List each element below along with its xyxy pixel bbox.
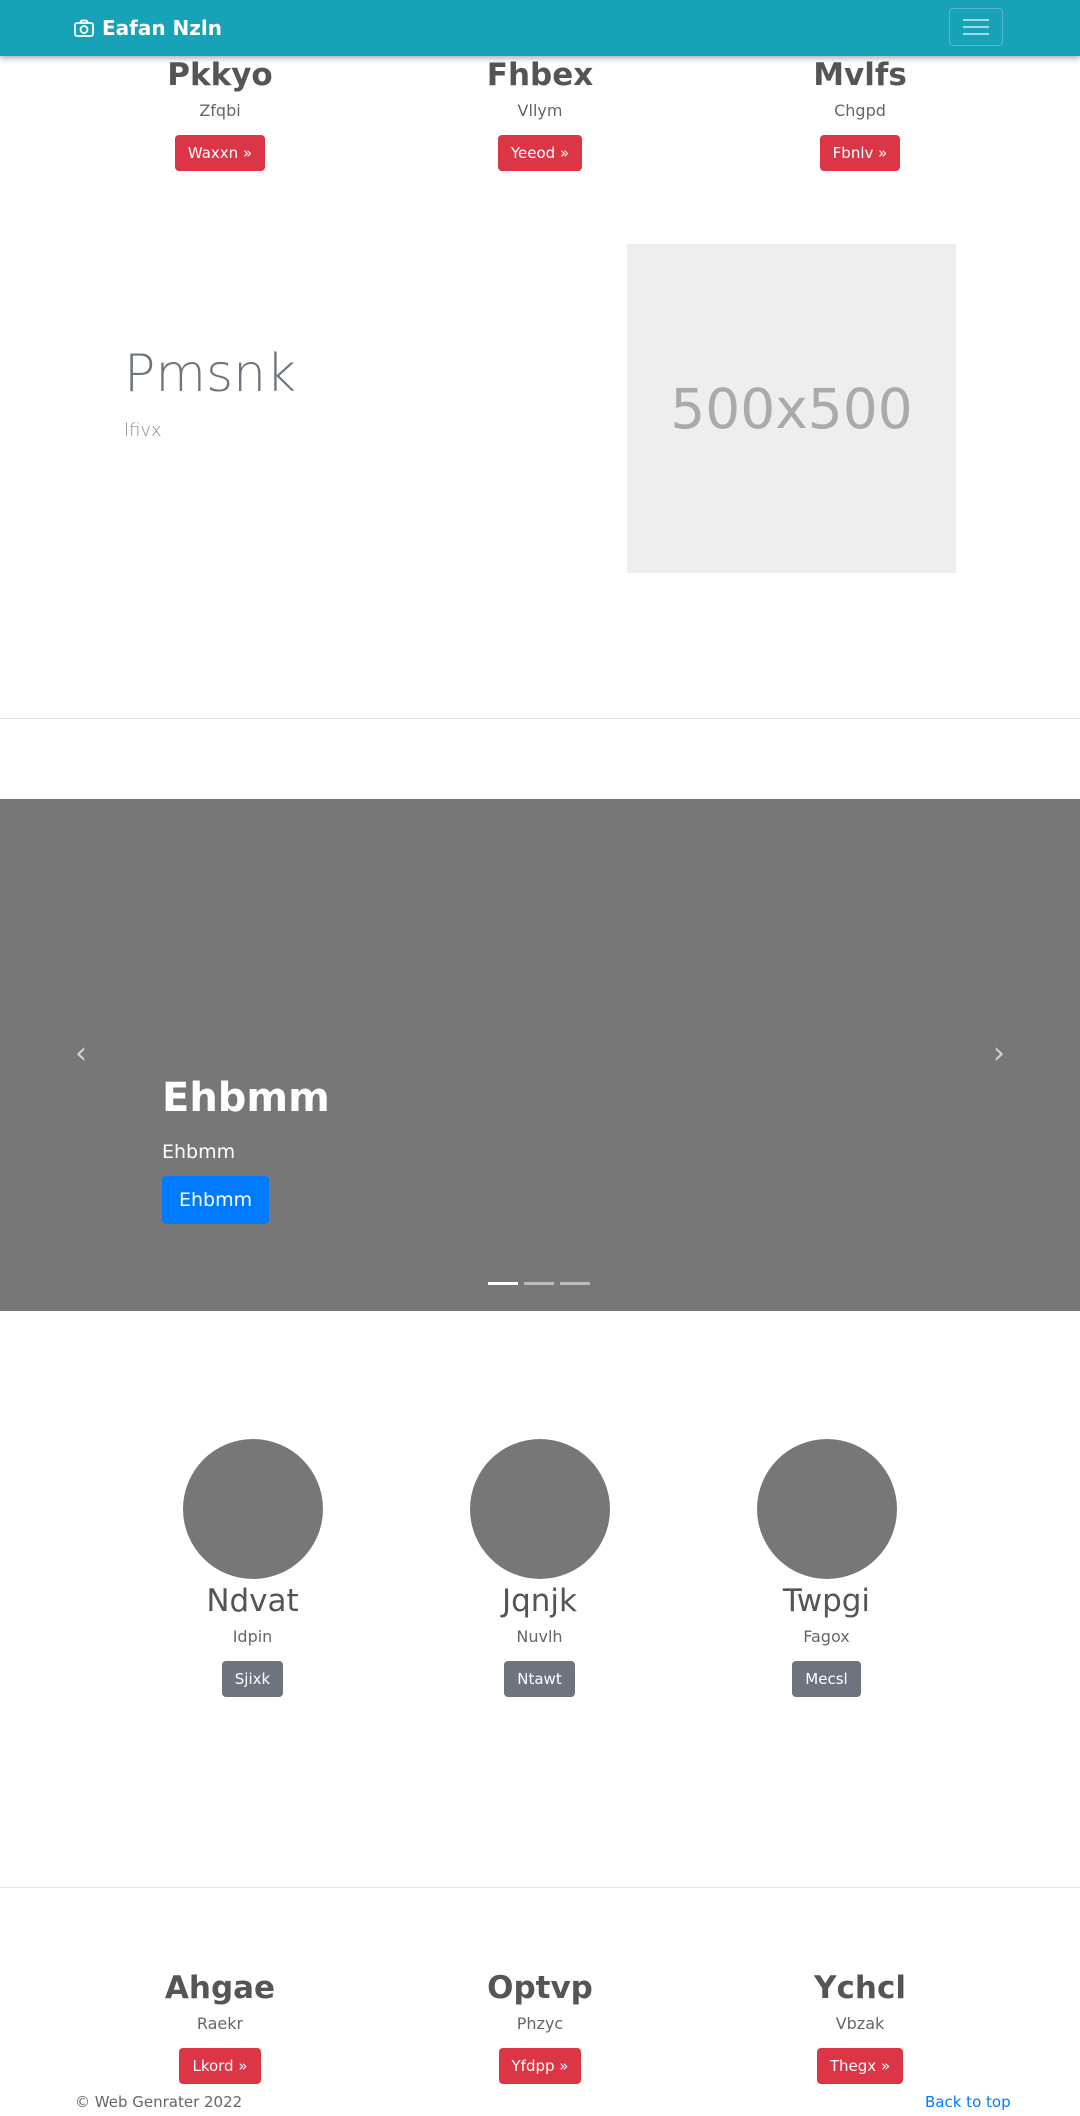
column-title: Mvlfs — [813, 57, 907, 93]
column-button[interactable]: Waxxn » — [174, 135, 266, 171]
top-column-2: Fhbex Vllym Yeeod » — [370, 57, 710, 171]
feature-subheading: lfivx — [124, 420, 162, 441]
bottom-column-2: Optvp Phzyc Yfdpp » — [370, 1970, 710, 2084]
column-subtitle: Zfqbi — [199, 101, 241, 120]
camera-icon — [74, 19, 94, 37]
column-title: Ahgae — [164, 1970, 276, 2006]
brand-link[interactable]: Eafan Nzln — [74, 0, 222, 56]
column-button[interactable]: Fbnlv » — [819, 135, 901, 171]
marketing-column-2: Jqnjk Nuvlh Ntawt — [396, 1439, 683, 1697]
column-title: Fhbex — [486, 57, 594, 93]
placeholder-label: 500x500 — [670, 376, 913, 441]
bottom-column-3: Ychcl Vbzak Thegx » — [690, 1970, 1030, 2084]
column-button[interactable]: Yfdpp » — [498, 2048, 582, 2084]
column-button[interactable]: Mecsl — [792, 1661, 861, 1697]
feature-image-placeholder: 500x500 — [627, 244, 956, 573]
top-column-1: Pkkyo Zfqbi Waxxn » — [50, 57, 390, 171]
navbar-toggler-button[interactable] — [949, 8, 1003, 46]
column-button[interactable]: Sjixk — [221, 1661, 284, 1697]
footer-copyright: © Web Genrater 2022 — [75, 2093, 243, 2111]
carousel-prev-button[interactable]: ‹ — [66, 1039, 96, 1069]
column-title: Twpgi — [782, 1583, 871, 1619]
chevron-right-icon: › — [993, 1036, 1005, 1071]
column-button[interactable]: Ntawt — [504, 1661, 575, 1697]
column-subtitle: Chgpd — [834, 101, 886, 120]
carousel-caption-text: Ehbmm — [162, 1141, 236, 1163]
brand-text: Eafan Nzln — [102, 16, 223, 40]
hamburger-icon — [963, 19, 989, 35]
column-subtitle: Phzyc — [516, 2014, 564, 2033]
column-subtitle: Vbzak — [835, 2014, 885, 2033]
bottom-column-1: Ahgae Raekr Lkord » — [50, 1970, 390, 2084]
carousel: ‹ › Ehbmm Ehbmm Ehbmm — [0, 799, 1080, 1311]
carousel-indicator-3[interactable] — [560, 1282, 590, 1285]
avatar-circle — [182, 1439, 323, 1579]
divider — [0, 1887, 1080, 1888]
column-subtitle: Idpin — [232, 1627, 273, 1646]
column-title: Jqnjk — [501, 1583, 578, 1619]
carousel-next-button[interactable]: › — [984, 1039, 1014, 1069]
carousel-indicator-2[interactable] — [524, 1282, 554, 1285]
column-title: Ychcl — [814, 1970, 906, 2006]
carousel-indicators — [488, 1282, 590, 1285]
column-title: Ndvat — [206, 1583, 299, 1619]
feature-heading: Pmsnk — [124, 344, 297, 404]
top-column-3: Mvlfs Chgpd Fbnlv » — [690, 57, 1030, 171]
chevron-left-icon: ‹ — [75, 1036, 87, 1071]
column-button[interactable]: Yeeod » — [497, 135, 583, 171]
divider — [0, 718, 1080, 719]
marketing-column-1: Ndvat Idpin Sjixk — [109, 1439, 396, 1697]
marketing-column-3: Twpgi Fagox Mecsl — [683, 1439, 970, 1697]
column-button[interactable]: Lkord » — [179, 2048, 261, 2084]
carousel-indicator-1[interactable] — [488, 1282, 518, 1285]
avatar-circle — [756, 1439, 897, 1579]
navbar: Eafan Nzln — [0, 0, 1080, 56]
column-button[interactable]: Thegx » — [816, 2048, 904, 2084]
column-title: Pkkyo — [167, 57, 273, 93]
back-to-top-link[interactable]: Back to top — [925, 2093, 1011, 2111]
carousel-caption-title: Ehbmm — [162, 1075, 330, 1121]
column-subtitle: Raekr — [196, 2014, 244, 2033]
column-subtitle: Nuvlh — [516, 1627, 563, 1646]
carousel-cta-button[interactable]: Ehbmm — [162, 1176, 270, 1224]
column-title: Optvp — [487, 1970, 593, 2006]
avatar-circle — [469, 1439, 610, 1579]
column-subtitle: Vllym — [517, 101, 563, 120]
column-subtitle: Fagox — [803, 1627, 850, 1646]
